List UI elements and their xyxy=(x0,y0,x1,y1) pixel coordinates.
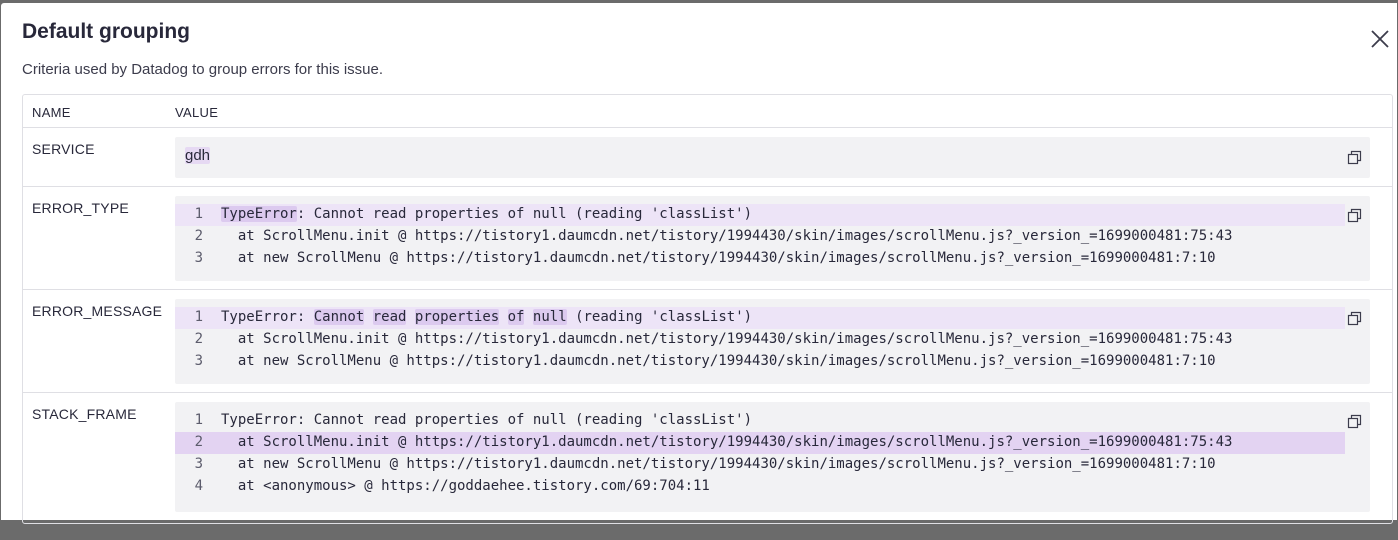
highlight-word: of xyxy=(507,309,525,325)
row-name: ERROR_TYPE xyxy=(32,200,129,216)
line-number: 3 xyxy=(194,250,203,266)
line-number: 3 xyxy=(194,456,203,472)
highlight-word: null xyxy=(532,309,567,325)
code-box: 1 TypeError: Cannot read properties of n… xyxy=(175,196,1370,281)
table-row: STACK_FRAME 1 TypeError: Cannot read pro… xyxy=(23,393,1392,523)
line-number: 2 xyxy=(194,331,203,347)
line-number: 1 xyxy=(194,206,203,222)
code-line: 4 at <anonymous> @ https://goddaehee.tis… xyxy=(175,476,1345,498)
row-value: gdh xyxy=(185,147,211,164)
highlight-word: properties xyxy=(414,309,500,325)
table-header: NAME VALUE xyxy=(23,95,1392,128)
line-text: at ScrollMenu.init @ https://tistory1.da… xyxy=(221,228,1233,244)
column-header-value: VALUE xyxy=(175,105,219,120)
line-segment: (reading 'classList') xyxy=(566,309,753,325)
code-line: 3 at new ScrollMenu @ https://tistory1.d… xyxy=(175,454,1345,476)
highlight-word: read xyxy=(372,309,407,325)
line-text: TypeError: Cannot read properties of nul… xyxy=(221,309,752,325)
line-segment xyxy=(499,309,507,325)
code-line: 2 at ScrollMenu.init @ https://tistory1.… xyxy=(175,432,1345,454)
copy-icon[interactable] xyxy=(1347,414,1362,429)
line-text: at ScrollMenu.init @ https://tistory1.da… xyxy=(221,434,1233,450)
modal-subtitle: Criteria used by Datadog to group errors… xyxy=(22,61,384,78)
copy-icon[interactable] xyxy=(1347,208,1362,223)
line-number: 4 xyxy=(194,478,203,494)
copy-icon[interactable] xyxy=(1347,150,1362,165)
code-line: 1 TypeError: Cannot read properties of n… xyxy=(175,204,1345,226)
column-header-name: NAME xyxy=(32,105,71,120)
table-row: ERROR_TYPE 1 TypeError: Cannot read prop… xyxy=(23,187,1392,290)
line-segment: TypeError: xyxy=(221,309,314,325)
line-text: at ScrollMenu.init @ https://tistory1.da… xyxy=(221,331,1233,347)
row-name: ERROR_MESSAGE xyxy=(32,303,163,319)
copy-icon[interactable] xyxy=(1347,311,1362,326)
line-text: at new ScrollMenu @ https://tistory1.dau… xyxy=(221,456,1216,472)
default-grouping-modal: Default grouping Criteria used by Datado… xyxy=(1,3,1397,524)
code-line: 3 at new ScrollMenu @ https://tistory1.d… xyxy=(175,351,1345,373)
line-number: 1 xyxy=(194,309,203,325)
line-text: at new ScrollMenu @ https://tistory1.dau… xyxy=(221,250,1216,266)
table-row: SERVICE gdh xyxy=(23,128,1392,187)
value-box: gdh xyxy=(175,137,1370,178)
code-line: 1 TypeError: Cannot read properties of n… xyxy=(175,410,1345,432)
line-segment xyxy=(406,309,414,325)
line-number: 2 xyxy=(194,434,203,450)
close-icon[interactable] xyxy=(1369,28,1391,50)
code-line: 3 at new ScrollMenu @ https://tistory1.d… xyxy=(175,248,1345,270)
line-segment xyxy=(524,309,532,325)
code-box: 1 TypeError: Cannot read properties of n… xyxy=(175,299,1370,384)
line-rest: : Cannot read properties of null (readin… xyxy=(296,206,753,222)
line-text: TypeError: Cannot read properties of nul… xyxy=(221,206,752,222)
row-name: SERVICE xyxy=(32,141,95,157)
code-line: 2 at ScrollMenu.init @ https://tistory1.… xyxy=(175,329,1345,351)
code-line: 1 TypeError: Cannot read properties of n… xyxy=(175,307,1345,329)
line-number: 1 xyxy=(194,412,203,428)
grouping-table: NAME VALUE SERVICE gdh ERROR_TYPE 1 Type… xyxy=(22,94,1393,524)
modal-title: Default grouping xyxy=(22,20,190,43)
highlight-word: Cannot xyxy=(313,309,365,325)
line-number: 3 xyxy=(194,353,203,369)
line-text: at new ScrollMenu @ https://tistory1.dau… xyxy=(221,353,1216,369)
line-text: TypeError: Cannot read properties of nul… xyxy=(221,412,753,428)
line-text: at <anonymous> @ https://goddaehee.tisto… xyxy=(221,478,710,494)
table-row: ERROR_MESSAGE 1 TypeError: Cannot read p… xyxy=(23,290,1392,393)
line-segment xyxy=(364,309,372,325)
row-name: STACK_FRAME xyxy=(32,406,137,422)
line-number: 2 xyxy=(194,228,203,244)
code-box: 1 TypeError: Cannot read properties of n… xyxy=(175,402,1370,512)
highlight-word: TypeError xyxy=(221,206,297,222)
code-line: 2 at ScrollMenu.init @ https://tistory1.… xyxy=(175,226,1345,248)
